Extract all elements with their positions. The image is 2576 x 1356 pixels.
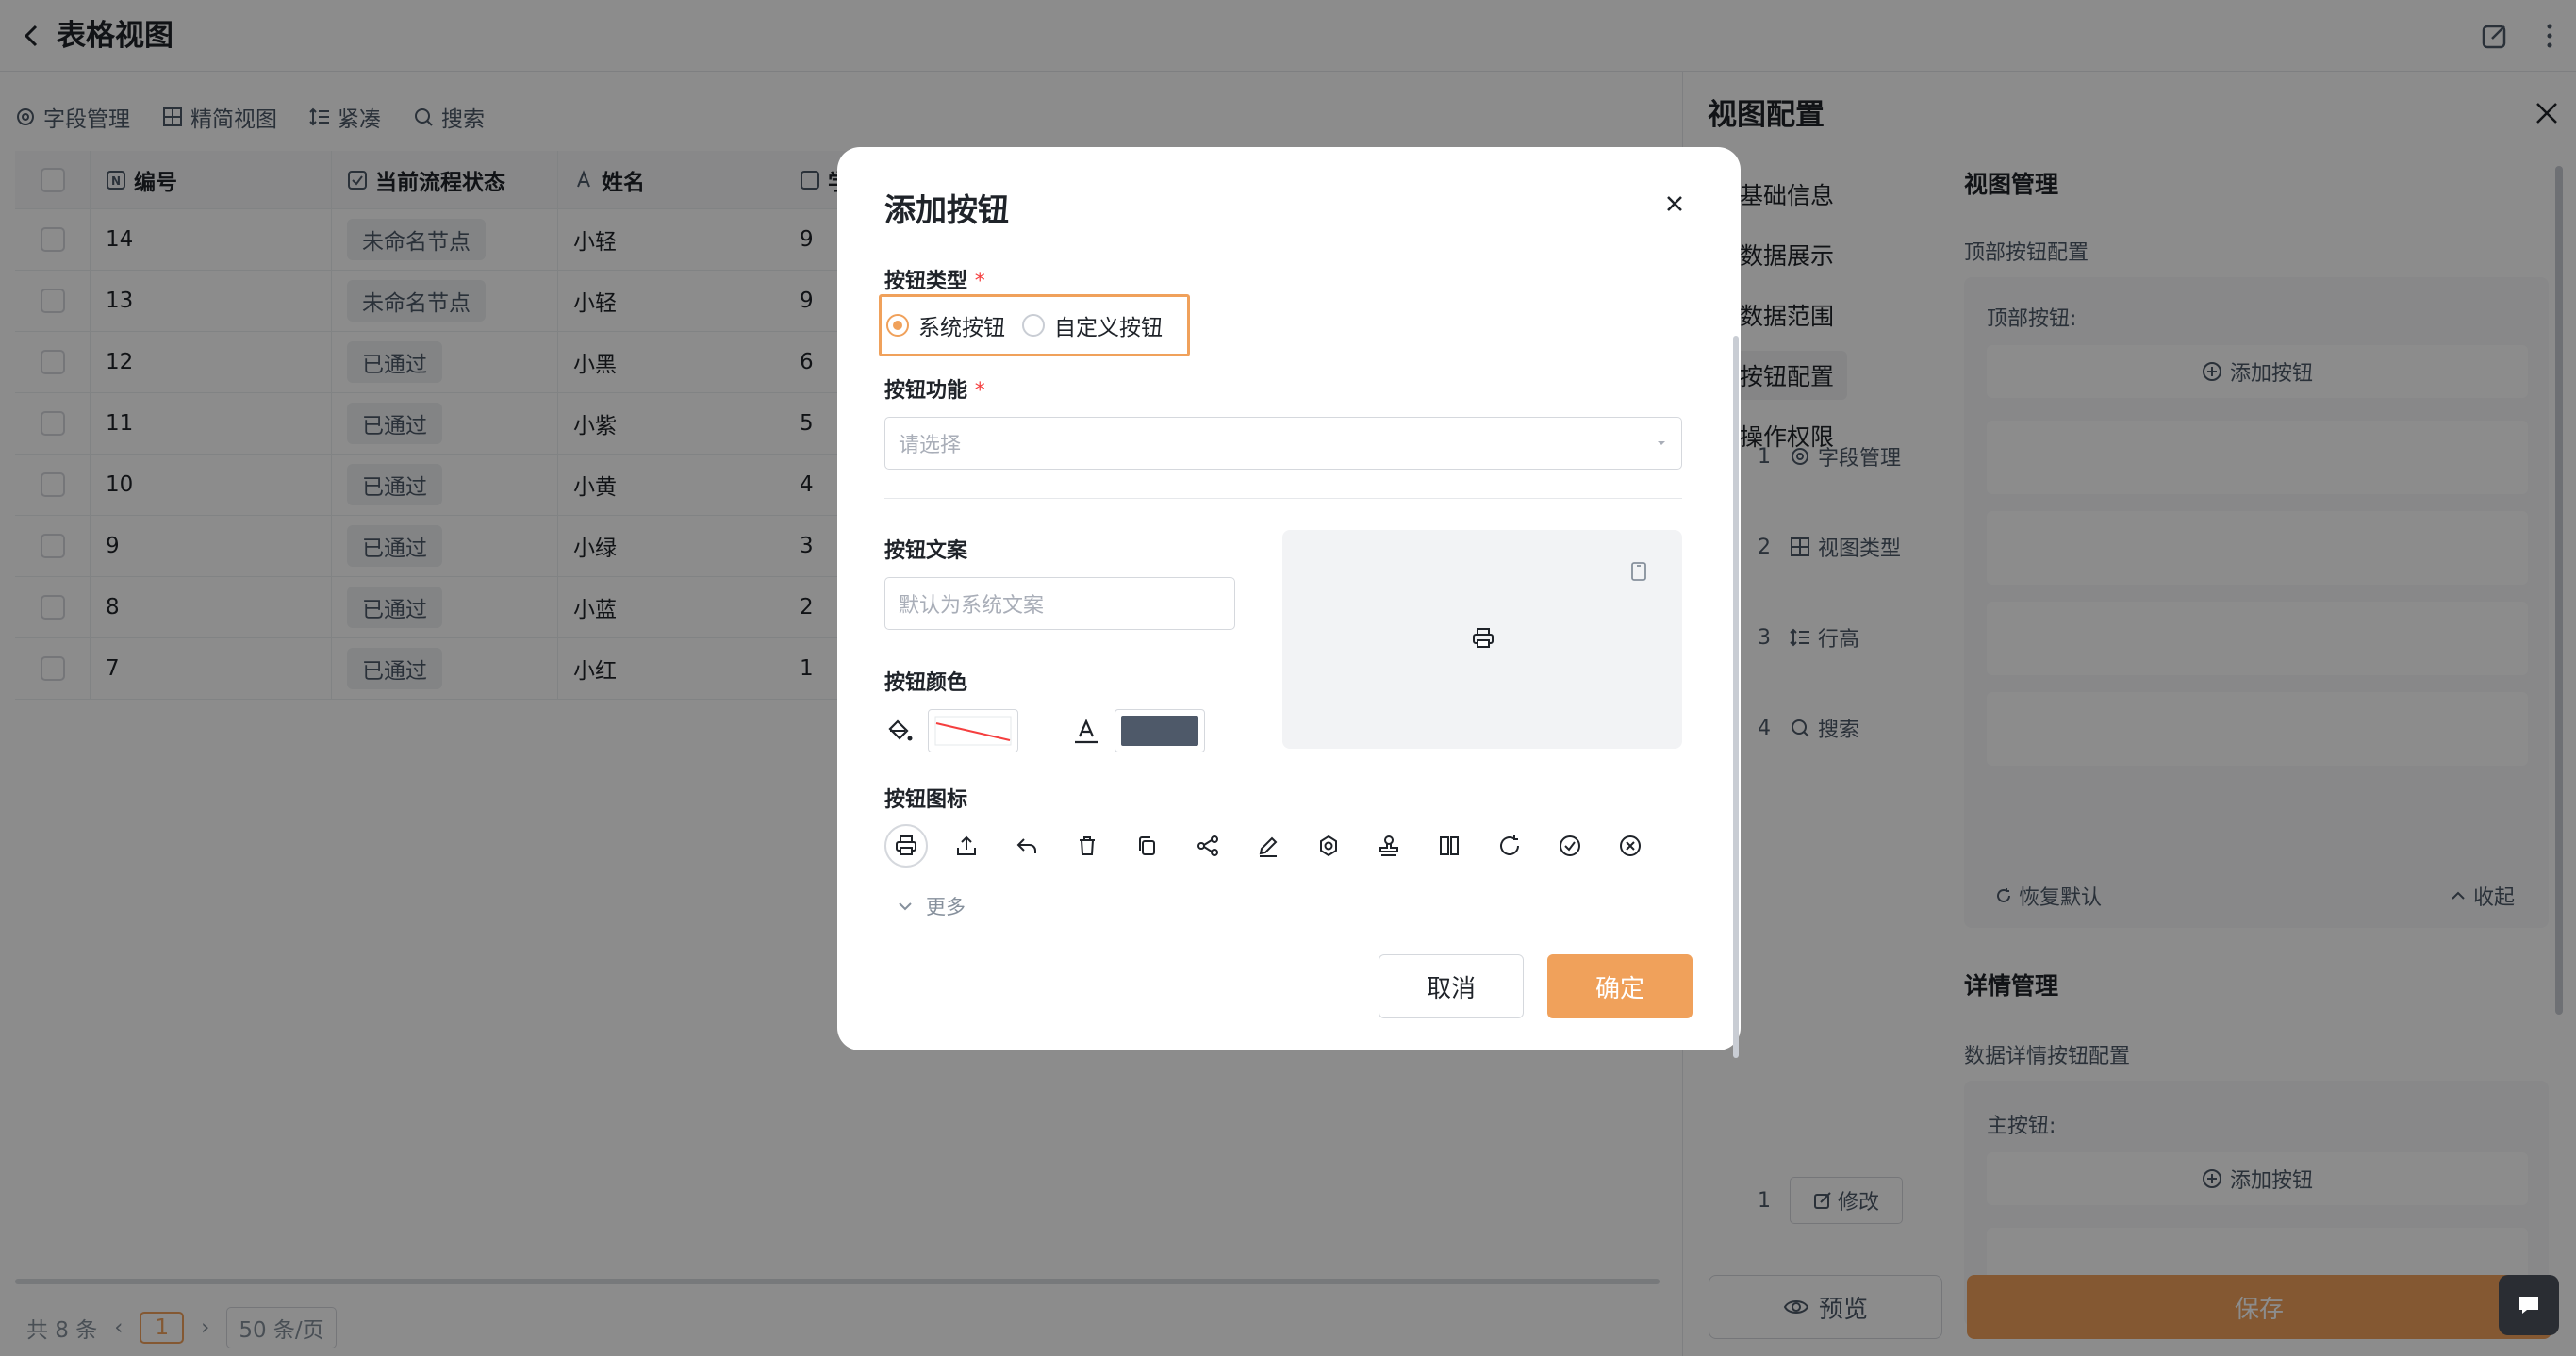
button-text-input[interactable]: 默认为系统文案 [884,577,1235,630]
text-color-icon [1075,719,1098,744]
button-icon-label: 按钮图标 [884,788,968,812]
paint-bucket-icon [888,719,913,741]
background-color-swatch[interactable] [928,709,1018,752]
refresh-icon[interactable] [1488,824,1531,868]
button-function-label: 按钮功能 * [884,379,985,403]
settings-icon[interactable] [1307,824,1350,868]
cancel-button[interactable]: 取消 [1379,954,1524,1018]
chevron-down-icon [899,902,912,911]
chat-icon [2519,1297,2538,1314]
button-color-label: 按钮颜色 [884,671,968,695]
check-circle-icon[interactable] [1548,824,1592,868]
no-color-icon [934,716,1012,746]
more-icons-toggle[interactable]: 更多 [896,892,966,920]
caret-down-icon [1658,441,1665,445]
share-icon[interactable] [1186,824,1230,868]
icon-picker [884,824,1652,868]
divider [884,498,1682,499]
upload-icon[interactable] [945,824,988,868]
chat-button[interactable] [2499,1275,2559,1335]
close-circle-icon[interactable] [1609,824,1652,868]
trash-icon[interactable] [1065,824,1109,868]
copy-icon[interactable] [1126,824,1169,868]
mobile-icon[interactable] [1627,560,1650,583]
radio-checked-icon [886,314,909,337]
columns-icon[interactable] [1428,824,1471,868]
stamp-icon[interactable] [1367,824,1411,868]
function-select[interactable]: 请选择 [884,417,1682,470]
text-color-swatch[interactable] [1115,709,1205,752]
color-pickers [884,709,1205,752]
dialog-title: 添加按钮 [884,191,1009,228]
radio-system-button[interactable]: 系统按钮 [886,309,1005,341]
radio-custom-button[interactable]: 自定义按钮 [1022,309,1163,341]
reply-icon[interactable] [1005,824,1049,868]
add-button-dialog: 添加按钮 按钮类型 * 系统按钮 自定义按钮 按钮功能 * 请选择 按钮文案 默… [837,147,1741,1058]
dialog-scrollbar[interactable] [1733,336,1739,1058]
close-icon[interactable] [1658,187,1692,221]
printer-icon[interactable] [884,824,928,868]
button-preview-area [1282,530,1682,749]
confirm-button[interactable]: 确定 [1547,954,1693,1018]
radio-unchecked-icon [1022,314,1045,337]
button-type-label: 按钮类型 * [884,270,985,293]
printer-icon [1473,628,1494,648]
edit-icon[interactable] [1247,824,1290,868]
button-text-label: 按钮文案 [884,539,968,563]
